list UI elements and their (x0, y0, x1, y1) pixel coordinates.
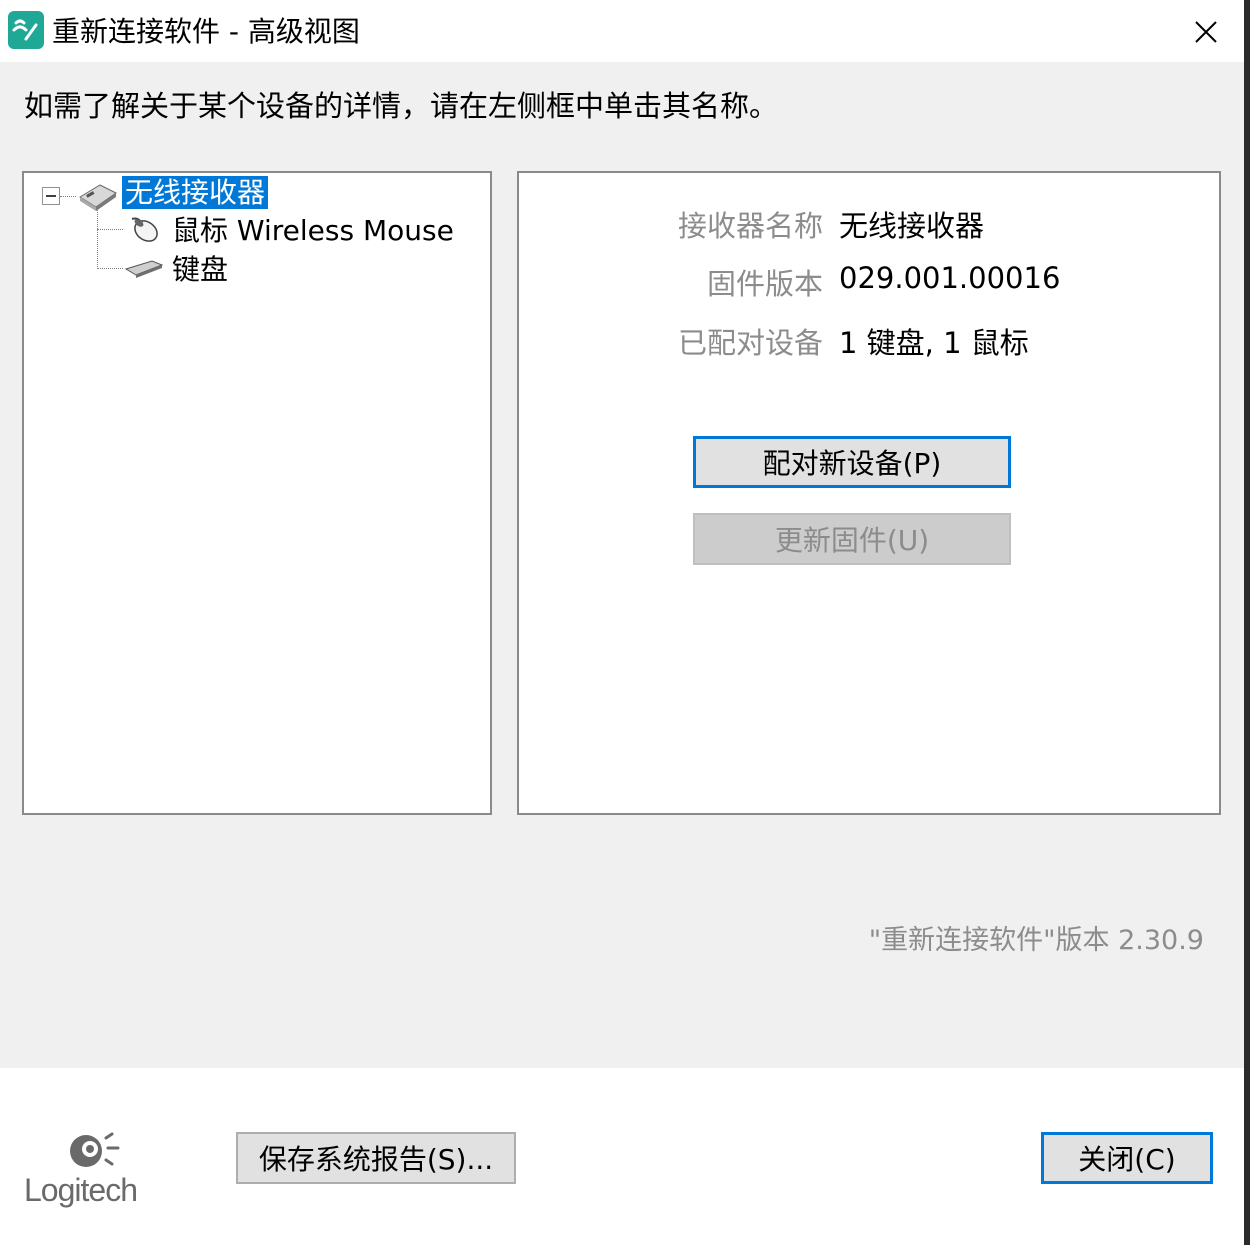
software-version-text: "重新连接软件"版本 2.30.9 (868, 925, 1204, 956)
mouse-icon (124, 213, 162, 249)
window-edge (1244, 0, 1250, 1245)
title-bar[interactable]: 重新连接软件 - 高级视图 (0, 0, 1244, 62)
tree-connector (60, 196, 76, 197)
device-tree[interactable]: 无线接收器 鼠标 Wireless Mouse 键盘 (22, 171, 492, 815)
dialog-window: 重新连接软件 - 高级视图 如需了解关于某个设备的详情，请在左侧框中单击其名称。… (0, 0, 1244, 1245)
paired-devices-value: 1 键盘, 1 鼠标 (839, 326, 1029, 360)
pair-new-device-button[interactable]: 配对新设备(P) (693, 436, 1011, 488)
device-details-panel: 接收器名称 无线接收器 固件版本 029.001.00016 已配对设备 1 键… (517, 171, 1221, 815)
tree-item-receiver-label: 无线接收器 (122, 176, 269, 209)
usb-receiver-icon (78, 179, 118, 217)
window-title: 重新连接软件 - 高级视图 (52, 15, 360, 48)
tree-connector (97, 268, 123, 269)
tree-connector (97, 229, 123, 230)
tree-item-receiver[interactable]: 无线接收器 (122, 175, 269, 211)
logitech-logo-icon (66, 1128, 122, 1178)
logitech-logo-text: Logitech (24, 1172, 138, 1208)
tree-item-keyboard[interactable]: 键盘 (172, 252, 228, 288)
close-window-icon[interactable] (1186, 12, 1226, 52)
collapse-toggle-icon[interactable] (42, 187, 60, 205)
save-system-report-button[interactable]: 保存系统报告(S)... (236, 1132, 516, 1184)
receiver-name-value: 无线接收器 (839, 209, 985, 243)
paired-devices-label: 已配对设备 (677, 326, 823, 360)
update-firmware-button[interactable]: 更新固件(U) (693, 513, 1011, 565)
keyboard-icon (124, 257, 164, 283)
footer-bar: 保存系统报告(S)... 关闭(C) (0, 1068, 1244, 1245)
close-button[interactable]: 关闭(C) (1041, 1132, 1213, 1184)
firmware-version-value: 029.001.00016 (839, 261, 1061, 295)
tree-item-mouse[interactable]: 鼠标 Wireless Mouse (172, 213, 454, 249)
receiver-name-label: 接收器名称 (677, 209, 823, 243)
firmware-version-label: 固件版本 (706, 267, 823, 301)
instruction-text: 如需了解关于某个设备的详情，请在左侧框中单击其名称。 (24, 89, 779, 123)
app-icon (8, 11, 44, 49)
